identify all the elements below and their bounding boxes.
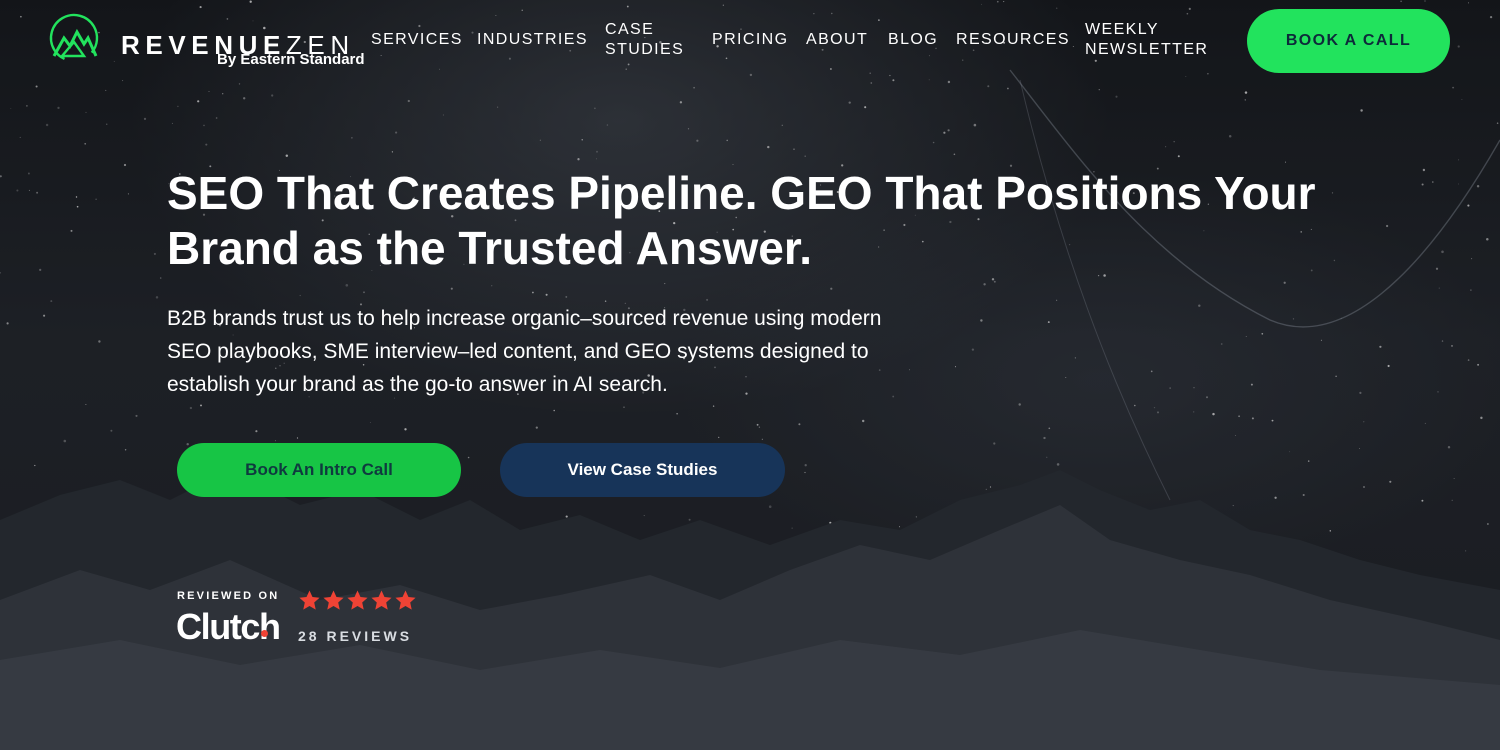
nav-industries[interactable]: INDUSTRIES	[477, 30, 588, 50]
review-count: 28 REVIEWS	[298, 628, 413, 644]
logo-tagline: By Eastern Standard	[217, 51, 365, 68]
nav-pricing[interactable]: PRICING	[712, 30, 788, 50]
clutch-logo: Clutch	[176, 606, 281, 647]
nav-weekly-newsletter[interactable]: WEEKLY NEWSLETTER	[1085, 20, 1215, 60]
clutch-review-badge[interactable]: REVIEWED ON Clutch 28 REVIEWS	[176, 585, 436, 655]
star-icon	[323, 590, 344, 610]
clutch-logo-dot	[261, 630, 268, 637]
nav-blog[interactable]: BLOG	[888, 30, 938, 50]
nav-resources[interactable]: RESOURCES	[956, 30, 1070, 50]
star-icon	[299, 590, 320, 610]
nav-services[interactable]: SERVICES	[371, 30, 463, 50]
brand-logo[interactable]: REVENUEZEN By Eastern Standard	[48, 10, 378, 72]
reviewed-on-label: REVIEWED ON	[177, 590, 280, 602]
mountain-peaks-icon	[49, 13, 99, 63]
star-rating	[298, 589, 418, 615]
star-icon	[371, 590, 392, 610]
nav-case-studies[interactable]: CASE STUDIES	[605, 20, 695, 60]
star-icon	[395, 590, 416, 610]
star-icon	[347, 590, 368, 610]
site-header: REVENUEZEN By Eastern Standard SERVICES …	[0, 0, 1500, 82]
book-intro-call-button[interactable]: Book An Intro Call	[177, 443, 461, 497]
book-a-call-button[interactable]: BOOK A CALL	[1247, 9, 1450, 73]
hero-title: SEO That Creates Pipeline. GEO That Posi…	[167, 167, 1316, 274]
nav-about[interactable]: ABOUT	[806, 30, 868, 50]
hero-subtitle: B2B brands trust us to help increase org…	[167, 307, 882, 396]
view-case-studies-button[interactable]: View Case Studies	[500, 443, 785, 497]
